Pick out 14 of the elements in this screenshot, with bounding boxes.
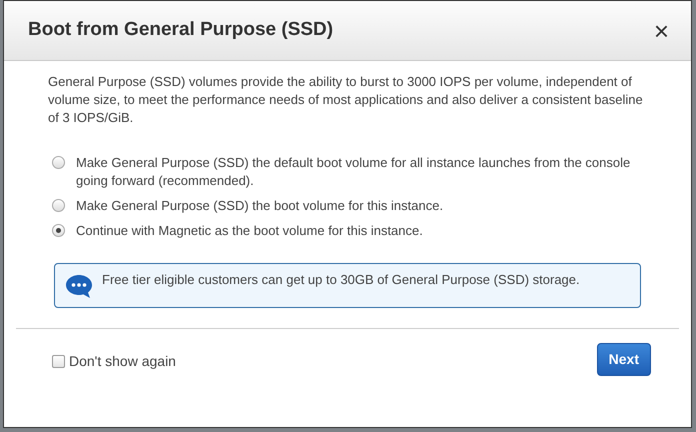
close-button[interactable]: × <box>652 18 671 44</box>
next-button[interactable]: Next <box>596 343 651 376</box>
info-text: Free tier eligible customers can get up to 30GB of General Purpose (SSD) storage. <box>102 271 580 290</box>
radio-button[interactable] <box>52 156 65 169</box>
option-label[interactable]: Make General Purpose (SSD) the boot volume for this instance. <box>76 196 444 216</box>
radio-button[interactable] <box>52 198 65 212</box>
option-label[interactable]: Make General Purpose (SSD) the default boot volume for all instance launches from the console going forward (recommended). <box>76 154 651 190</box>
checkbox[interactable] <box>52 355 65 368</box>
radio-button[interactable] <box>52 224 65 238</box>
checkbox-label[interactable]: Don't show again <box>69 351 176 372</box>
speech-bubble-icon <box>65 273 93 300</box>
option-label[interactable]: Continue with Magnetic as the boot volume for this instance. <box>76 222 423 240</box>
dialog-title: Boot from General Purpose (SSD) <box>28 19 334 42</box>
description-text: General Purpose (SSD) volumes provide the ability to burst to 3000 IOPS per volume, independent of volume size, to meet the performance needs of most applications and also deliver a consistent baseline of 3 IOPS/GiB. <box>47 73 644 128</box>
